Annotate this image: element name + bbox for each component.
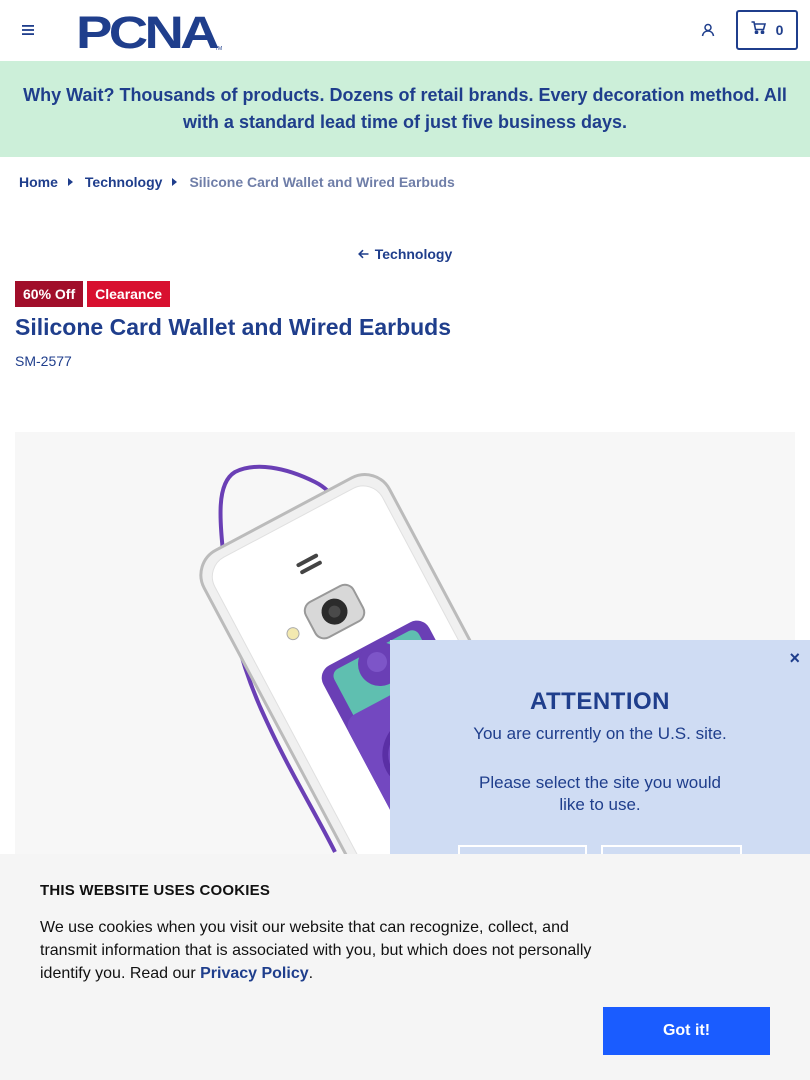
back-link-label[interactable]: Technology xyxy=(375,246,453,262)
cookie-text: We use cookies when you visit our websit… xyxy=(40,916,600,985)
breadcrumb-technology[interactable]: Technology xyxy=(85,174,163,190)
promo-banner: Why Wait? Thousands of products. Dozens … xyxy=(0,61,810,157)
breadcrumb-home[interactable]: Home xyxy=(19,174,58,190)
cookie-title: THIS WEBSITE USES COOKIES xyxy=(40,882,271,899)
close-icon[interactable]: × xyxy=(789,648,800,669)
discount-badge: 60% Off xyxy=(15,281,84,307)
arrow-left-icon xyxy=(357,246,369,262)
cart-count: 0 xyxy=(775,22,784,38)
breadcrumb-current: Silicone Card Wallet and Wired Earbuds xyxy=(189,174,455,190)
cart-icon xyxy=(751,21,766,39)
back-to-category-link[interactable]: Technology xyxy=(0,246,810,262)
clearance-badge: Clearance xyxy=(87,281,171,307)
user-icon[interactable] xyxy=(698,20,718,40)
product-title: Silicone Card Wallet and Wired Earbuds xyxy=(15,314,452,340)
modal-title: ATTENTION xyxy=(529,688,671,715)
hamburger-icon[interactable] xyxy=(18,20,38,40)
cookie-banner: THIS WEBSITE USES COOKIES We use cookies… xyxy=(0,854,810,1080)
cart-button[interactable]: 0 xyxy=(736,10,798,50)
promo-text: Why Wait? Thousands of products. Dozens … xyxy=(23,85,787,132)
site-selector-modal: × ATTENTION You are currently on the U.S… xyxy=(390,640,810,885)
logo-text: PCNA xyxy=(76,11,219,51)
cookie-period: . xyxy=(308,965,314,982)
svg-text:TM: TM xyxy=(215,46,222,51)
modal-message: You are currently on the U.S. site. xyxy=(473,724,727,743)
accept-cookies-button[interactable]: Got it! xyxy=(603,1007,770,1055)
caret-right-icon xyxy=(67,178,73,186)
cookie-body: We use cookies when you visit our websit… xyxy=(40,919,592,982)
breadcrumb: Home Technology Silicone Card Wallet and… xyxy=(19,174,455,190)
product-badges: 60% Off Clearance xyxy=(15,281,171,307)
caret-right-icon xyxy=(172,178,178,186)
site-header: PCNA TM 0 xyxy=(0,0,810,61)
privacy-policy-link[interactable]: Privacy Policy xyxy=(200,965,309,982)
pcna-logo[interactable]: PCNA TM xyxy=(76,7,224,58)
modal-prompt: Please select the site you would like to… xyxy=(479,773,721,814)
product-sku: SM-2577 xyxy=(15,353,72,369)
